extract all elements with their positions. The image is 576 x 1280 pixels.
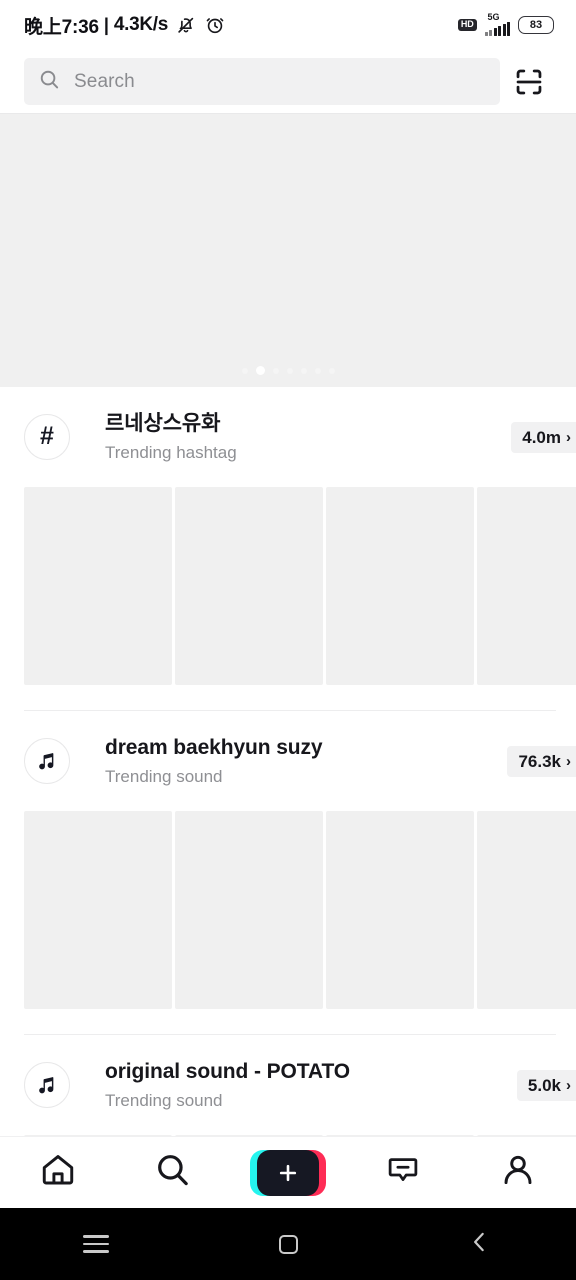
carousel-dots[interactable] xyxy=(0,366,576,375)
section-count: 5.0k xyxy=(527,1075,561,1095)
status-bar-right: HD 5G 83 xyxy=(457,12,554,36)
back-chevron-icon xyxy=(467,1229,493,1260)
video-thumbnail[interactable] xyxy=(326,487,474,685)
qr-scan-icon[interactable] xyxy=(500,58,558,105)
home-icon xyxy=(39,1151,77,1194)
android-home-button[interactable] xyxy=(192,1234,384,1254)
hashtag-icon: # xyxy=(24,414,70,460)
status-bar-left: 晚上7:36 | 4.3K/s xyxy=(24,12,226,39)
chevron-right-icon: › xyxy=(566,1076,571,1094)
chevron-right-icon: › xyxy=(566,428,571,446)
section-header[interactable]: # 르네상스유화 Trending hashtag 4.0m › xyxy=(0,387,576,487)
video-thumbnail[interactable] xyxy=(175,811,323,1009)
section-text: original sound - POTATO Trending sound xyxy=(70,1060,517,1111)
search-row: Search xyxy=(0,50,576,113)
app-screen: 晚上7:36 | 4.3K/s HD 5G 83 Search # 르네상스유화… xyxy=(0,0,576,1280)
create-core xyxy=(257,1149,319,1196)
section-text: 르네상스유화 Trending hashtag xyxy=(70,412,511,463)
section-title: 르네상스유화 xyxy=(105,411,221,435)
trending-section-sound-2: original sound - POTATO Trending sound 5… xyxy=(0,1035,576,1141)
signal-icon: 5G xyxy=(484,12,510,36)
signal-bars xyxy=(484,22,510,36)
bell-mute-icon xyxy=(175,14,197,36)
bottom-nav xyxy=(0,1136,576,1208)
section-count: 4.0m xyxy=(522,427,561,447)
carousel-dot[interactable] xyxy=(241,367,248,374)
music-note-icon xyxy=(24,738,70,784)
carousel-dot[interactable] xyxy=(300,367,307,374)
create-button[interactable] xyxy=(250,1149,326,1196)
nav-item-create[interactable] xyxy=(230,1137,345,1208)
nav-item-inbox[interactable] xyxy=(346,1137,461,1208)
section-subtitle: Trending sound xyxy=(105,1090,223,1110)
section-count: 76.3k xyxy=(518,751,561,771)
carousel-dot-active[interactable] xyxy=(255,366,265,375)
video-thumbnail[interactable] xyxy=(477,487,576,685)
search-input[interactable]: Search xyxy=(24,58,500,105)
hd-badge: HD xyxy=(457,19,477,31)
carousel-dot[interactable] xyxy=(314,367,321,374)
status-separator: | xyxy=(103,14,109,35)
video-thumbnail[interactable] xyxy=(24,487,172,685)
chevron-right-icon: › xyxy=(566,752,571,770)
video-thumbnail[interactable] xyxy=(24,811,172,1009)
section-thumbnails[interactable] xyxy=(0,487,576,685)
video-thumbnail[interactable] xyxy=(477,811,576,1009)
android-menu-button[interactable] xyxy=(0,1235,192,1253)
trending-list[interactable]: # 르네상스유화 Trending hashtag 4.0m › dream b… xyxy=(0,387,576,1141)
trending-section-hashtag: # 르네상스유화 Trending hashtag 4.0m › xyxy=(0,387,576,711)
network-type-label: 5G xyxy=(487,12,500,22)
video-thumbnail[interactable] xyxy=(326,811,474,1009)
search-icon xyxy=(154,1151,192,1194)
status-clock: 晚上7:36 xyxy=(24,16,99,38)
status-bar: 晚上7:36 | 4.3K/s HD 5G 83 xyxy=(0,0,576,50)
nav-item-profile[interactable] xyxy=(461,1137,576,1208)
android-nav-bar xyxy=(0,1208,576,1280)
nav-item-discover[interactable] xyxy=(115,1137,230,1208)
search-placeholder: Search xyxy=(74,70,135,92)
section-thumbnails[interactable] xyxy=(0,811,576,1009)
section-title: original sound - POTATO xyxy=(105,1059,351,1083)
section-count-badge[interactable]: 76.3k › xyxy=(507,745,576,777)
alarm-clock-icon xyxy=(204,14,226,36)
carousel-dot[interactable] xyxy=(286,367,293,374)
menu-icon xyxy=(83,1235,109,1253)
home-square-icon xyxy=(278,1234,298,1254)
trending-section-sound-1: dream baekhyun suzy Trending sound 76.3k… xyxy=(0,711,576,1035)
section-subtitle: Trending hashtag xyxy=(105,442,237,462)
network-speed: 4.3K/s xyxy=(113,14,169,35)
carousel-dot[interactable] xyxy=(272,367,279,374)
carousel-dot[interactable] xyxy=(328,367,335,374)
hero-top-divider xyxy=(0,113,576,114)
section-text: dream baekhyun suzy Trending sound xyxy=(70,736,507,787)
music-note-icon xyxy=(24,1062,70,1108)
video-thumbnail[interactable] xyxy=(175,487,323,685)
person-icon xyxy=(499,1151,537,1194)
battery-level: 83 xyxy=(529,18,543,31)
section-subtitle: Trending sound xyxy=(105,766,223,786)
section-count-badge[interactable]: 4.0m › xyxy=(511,421,576,453)
inbox-icon xyxy=(385,1152,421,1193)
section-header[interactable]: dream baekhyun suzy Trending sound 76.3k… xyxy=(0,711,576,811)
section-count-badge[interactable]: 5.0k › xyxy=(516,1069,576,1101)
section-title: dream baekhyun suzy xyxy=(105,735,323,759)
hero-carousel[interactable] xyxy=(0,113,576,387)
section-header[interactable]: original sound - POTATO Trending sound 5… xyxy=(0,1035,576,1135)
search-icon xyxy=(38,68,61,96)
nav-item-home[interactable] xyxy=(0,1137,115,1208)
battery-icon: 83 xyxy=(518,16,554,34)
android-back-button[interactable] xyxy=(384,1229,576,1260)
